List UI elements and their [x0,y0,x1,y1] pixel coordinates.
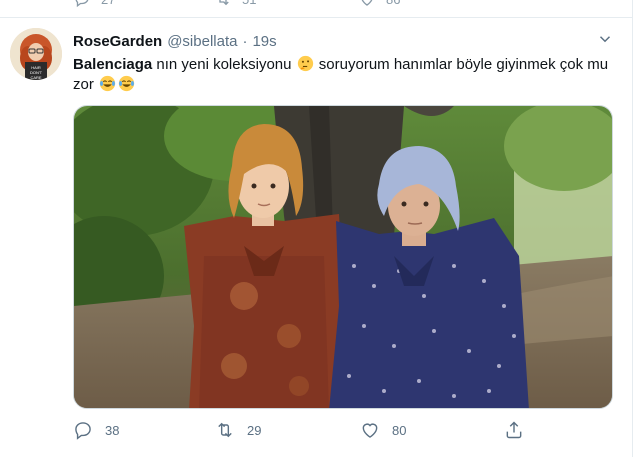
prev-like-button[interactable]: 86 [358,0,400,8]
prev-reply-button[interactable]: 27 [73,0,115,8]
thinking-face-icon [297,55,313,72]
previous-tweet-actions: 27 51 86 [0,0,640,8]
prev-reply-count: 27 [101,0,115,7]
chevron-down-icon[interactable] [596,30,614,48]
prev-retweet-count: 51 [242,0,256,7]
reply-count: 38 [105,422,120,438]
tweet-text-part1: nın yeni koleksiyonu [152,56,296,73]
joy-face-icon [99,75,116,92]
tweet-photo[interactable] [73,105,613,409]
tweet-header: RoseGarden @sibellata · 19s [73,33,277,50]
share-button[interactable] [504,420,524,440]
timeline-border [632,0,633,457]
reply-icon [75,422,91,440]
retweet-icon [219,0,229,6]
reply-button[interactable]: 38 [73,420,119,440]
retweet-button[interactable]: 29 [215,420,261,440]
joy-face-icon [118,75,135,92]
tweet-text: Balenciaga nın yeni koleksiyonu soruyoru… [73,55,618,95]
separator-dot: · [242,33,248,50]
tweet-divider [0,17,632,18]
display-name[interactable]: RoseGarden [73,33,162,50]
avatar[interactable]: HAIR DON'T CARE [10,28,62,80]
tweet-text-brand: Balenciaga [73,56,153,73]
tweet-timestamp[interactable]: 19s [252,33,276,50]
user-handle[interactable]: @sibellata [167,33,237,50]
retweet-count: 29 [247,422,262,438]
tweet-actions: 38 29 80 [73,420,613,442]
heart-icon [361,0,373,6]
like-button[interactable]: 80 [360,420,406,440]
prev-like-count: 86 [386,0,400,7]
svg-text:CARE: CARE [30,75,41,80]
reply-icon [75,0,89,8]
share-icon [506,421,522,439]
heart-icon [362,423,378,438]
like-count: 80 [392,422,407,438]
prev-retweet-button[interactable]: 51 [214,0,256,8]
retweet-icon [218,422,232,438]
